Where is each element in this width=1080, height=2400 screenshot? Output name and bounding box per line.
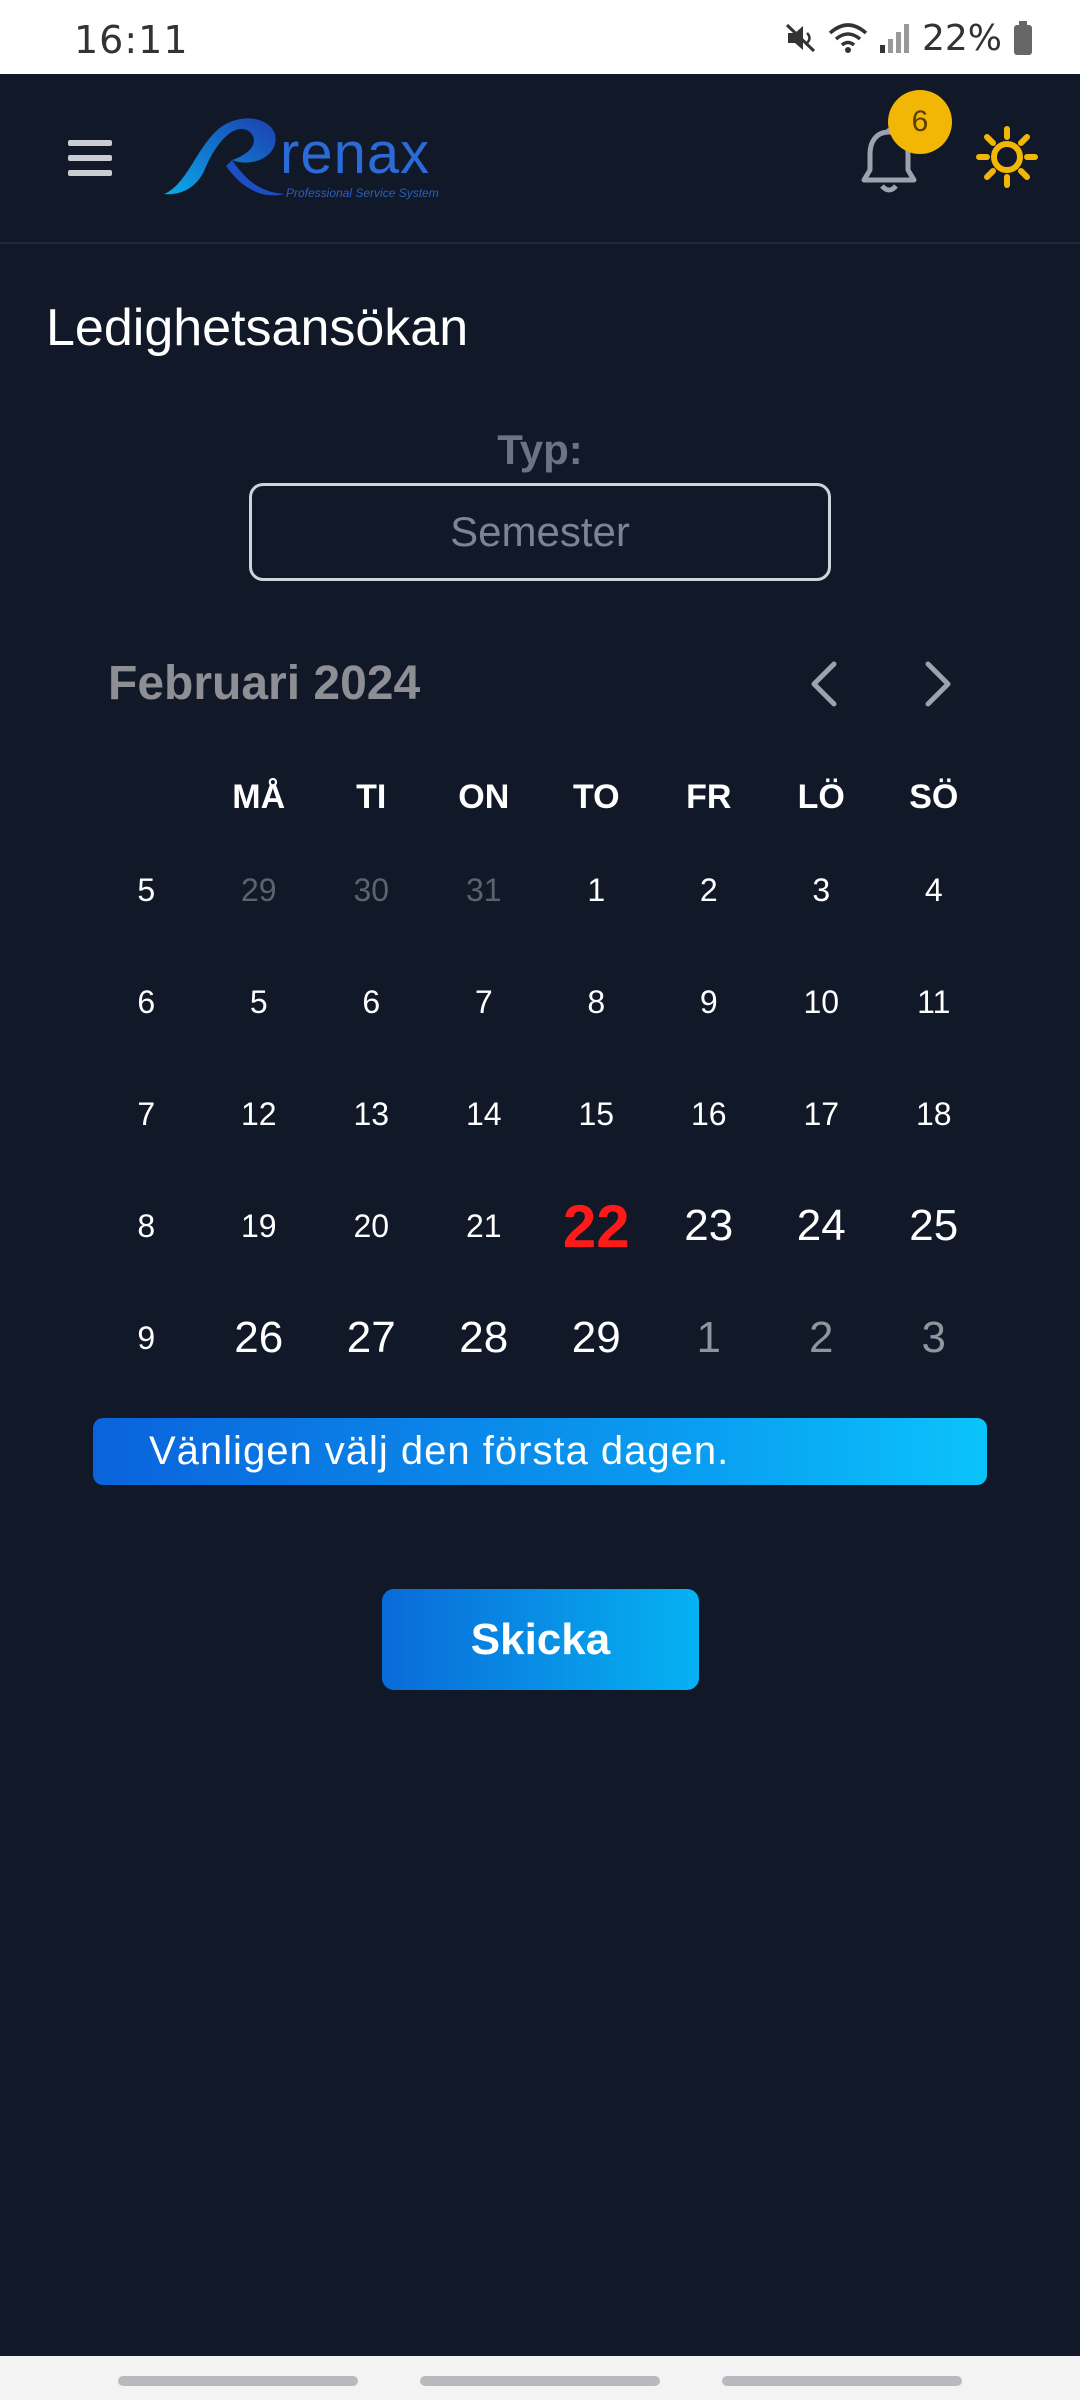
calendar-day: 10	[803, 983, 840, 1020]
calendar-day: 11	[917, 983, 951, 1020]
calendar-day: 13	[353, 1095, 390, 1132]
status-icons: 22%	[784, 16, 1034, 60]
logo-mark-icon	[164, 118, 285, 196]
calendar-day-selectable[interactable]: 26	[203, 1313, 316, 1363]
calendar-day: 14	[465, 1095, 502, 1132]
calendar-day: 12	[240, 1095, 277, 1132]
calendar-day: 3	[812, 871, 831, 908]
calendar-grid: MÅ TI ON TO FR LÖ SÖ 5 29 30 31 1 2 3 4 …	[90, 760, 990, 1394]
calendar-day: 6	[362, 983, 381, 1020]
weekday-label: TO	[572, 777, 620, 816]
weekday-label: LÖ	[797, 777, 845, 816]
calendar-day: 4	[924, 871, 943, 908]
calendar-day-today[interactable]: 22	[540, 1192, 653, 1261]
menu-icon[interactable]	[68, 140, 112, 176]
calendar-day: 2	[699, 871, 718, 908]
calendar-day: 19	[240, 1207, 277, 1244]
calendar-day-outside[interactable]: 1	[653, 1313, 766, 1363]
info-message-banner: Vänligen välj den första dagen.	[93, 1418, 987, 1485]
logo-tagline: Professional Service System	[286, 186, 439, 200]
theme-toggle-sun-icon[interactable]	[976, 126, 1038, 188]
status-time: 16:11	[74, 18, 189, 62]
battery-percent: 22%	[921, 17, 1002, 59]
mute-icon	[785, 23, 816, 53]
calendar-week-row: 7 12 13 14 15 16 17 18	[90, 1058, 990, 1170]
weekday-label: SÖ	[909, 777, 959, 816]
calendar-week-row: 8 19 20 21 22 23 24 25	[90, 1170, 990, 1282]
submit-button[interactable]: Skicka	[382, 1589, 699, 1690]
logo-text: renax	[280, 121, 431, 186]
calendar-day: 9	[699, 983, 718, 1020]
calendar-day-selectable[interactable]: 23	[653, 1201, 766, 1251]
nav-home-button[interactable]	[420, 2376, 660, 2386]
calendar-day-selectable[interactable]: 27	[315, 1313, 428, 1363]
calendar-day: 8	[587, 983, 606, 1020]
week-number: 7	[137, 1095, 156, 1132]
calendar-day: 21	[465, 1207, 502, 1244]
system-navigation-bar	[0, 2356, 1080, 2400]
weekday-label: TI	[356, 777, 387, 816]
calendar-day: 18	[915, 1095, 952, 1132]
signal-icon	[879, 24, 909, 53]
weekday-label: MÅ	[232, 777, 286, 816]
weekday-label: FR	[686, 777, 732, 816]
previous-month-button[interactable]	[800, 656, 850, 712]
week-number: 9	[137, 1319, 156, 1356]
weekday-label: ON	[458, 777, 510, 816]
type-label: Typ:	[497, 426, 583, 473]
calendar-day-outside: 29	[240, 871, 277, 908]
week-number: 6	[137, 983, 156, 1020]
calendar-day: 17	[803, 1095, 840, 1132]
calendar-day-outside: 30	[353, 871, 390, 908]
battery-icon	[1014, 21, 1032, 55]
app-header: renax Professional Service System 6	[0, 74, 1080, 244]
calendar-day: 20	[353, 1207, 390, 1244]
calendar-week-row: 6 5 6 7 8 9 10 11	[90, 946, 990, 1058]
calendar-day-selectable[interactable]: 28	[428, 1313, 541, 1363]
nav-back-button[interactable]	[722, 2376, 962, 2386]
calendar-day: 15	[578, 1095, 615, 1132]
leave-type-value: Semester	[450, 508, 630, 555]
calendar-day-outside[interactable]: 2	[765, 1313, 878, 1363]
week-number: 8	[137, 1207, 156, 1244]
notification-count-badge: 6	[888, 90, 952, 154]
calendar-day-selectable[interactable]: 24	[765, 1201, 878, 1251]
status-bar: 16:11 22%	[0, 0, 1080, 74]
chevron-left-icon	[811, 661, 837, 707]
calendar-day: 16	[690, 1095, 727, 1132]
calendar-day: 7	[474, 983, 493, 1020]
chevron-right-icon	[925, 661, 951, 707]
page-title: Ledighetsansökan	[46, 299, 469, 357]
nav-recent-button[interactable]	[118, 2376, 358, 2386]
calendar-month-title: Februari 2024	[108, 657, 421, 710]
leave-type-select[interactable]: Semester	[249, 483, 831, 581]
calendar-day-outside: 31	[465, 871, 502, 908]
calendar-day: 1	[587, 871, 606, 908]
renax-logo[interactable]: renax Professional Service System	[160, 114, 460, 204]
calendar-day: 5	[249, 983, 268, 1020]
weekday-header-row: MÅ TI ON TO FR LÖ SÖ	[90, 760, 990, 834]
calendar-day-selectable[interactable]: 29	[540, 1313, 653, 1363]
calendar-week-row: 5 29 30 31 1 2 3 4	[90, 834, 990, 946]
next-month-button[interactable]	[912, 656, 962, 712]
calendar-day-selectable[interactable]: 25	[878, 1201, 991, 1251]
wifi-icon	[828, 23, 868, 53]
week-number: 5	[137, 871, 156, 908]
calendar-day-outside[interactable]: 3	[878, 1313, 991, 1363]
calendar-week-row: 9 26 27 28 29 1 2 3	[90, 1282, 990, 1394]
